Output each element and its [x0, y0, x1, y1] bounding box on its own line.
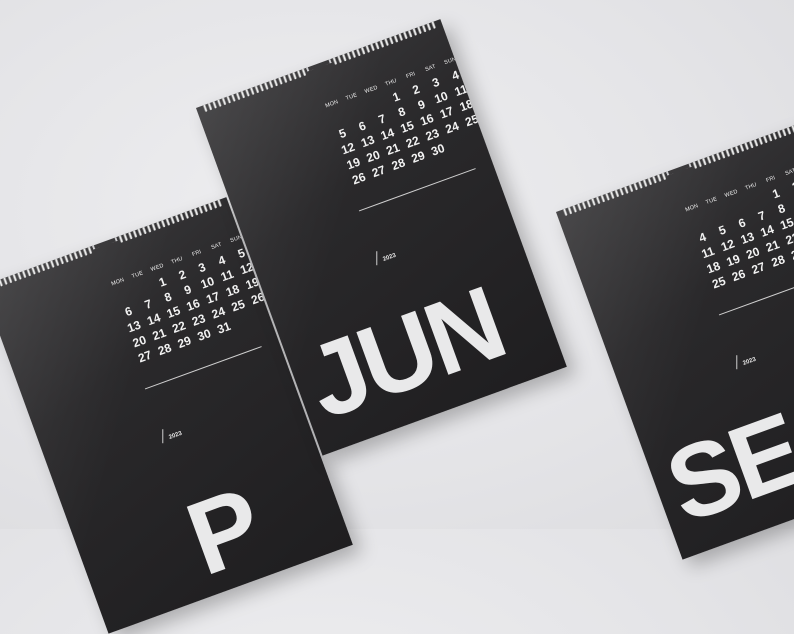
- coil-set-left: [200, 63, 307, 113]
- weekday-label: THU: [170, 255, 184, 266]
- calendar-grid: MONTUEWEDTHUFRISATSUN1234567891011121314…: [322, 55, 488, 188]
- weekday-label: FRI: [765, 175, 777, 184]
- weekday-label: SAT: [784, 167, 794, 178]
- weekday-label: SAT: [424, 63, 437, 74]
- spiral-coil: [560, 202, 568, 217]
- day-number: 27: [749, 259, 768, 278]
- weekday-label: WED: [364, 84, 379, 96]
- day-number: 28: [389, 155, 408, 174]
- day-number: 27: [370, 162, 388, 181]
- weekday-label: MON: [110, 277, 126, 288]
- coil-set-right: [115, 197, 223, 243]
- weekday-label: THU: [384, 77, 398, 88]
- weekday-label: THU: [744, 181, 758, 192]
- day-number: 29: [409, 148, 427, 166]
- weekday-label: FRI: [191, 249, 203, 258]
- day-number: 30: [195, 326, 213, 344]
- weekday-label: WED: [724, 188, 739, 200]
- year-text: 2023: [742, 356, 757, 367]
- coil-set-right: [329, 19, 437, 65]
- year-text: 2023: [382, 252, 397, 263]
- slash-mark: [736, 355, 738, 370]
- year-label: 2023: [734, 349, 757, 370]
- day-number: 25: [229, 296, 247, 315]
- slash-mark: [162, 429, 164, 444]
- year-label: 2023: [374, 245, 397, 266]
- day-number: 25: [710, 273, 728, 292]
- day-number: 24: [443, 118, 461, 137]
- weekday-label: TUE: [131, 270, 145, 280]
- weekday-label: SUN: [443, 56, 458, 67]
- day-number: 28: [156, 340, 174, 359]
- year-text: 2023: [168, 430, 183, 441]
- day-number: 31: [215, 318, 233, 337]
- weekday-label: MON: [324, 99, 340, 110]
- day-number: 30: [429, 140, 447, 159]
- day-number: 26: [350, 169, 368, 188]
- weekday-label: MON: [684, 203, 700, 214]
- month-title: SE: [652, 391, 794, 546]
- coil-set-left: [560, 167, 667, 217]
- slash-mark: [376, 251, 378, 266]
- day-number: 22: [783, 229, 794, 248]
- spiral-coil: [200, 98, 208, 113]
- weekday-label: WED: [150, 262, 165, 274]
- weekday-label: TUE: [345, 92, 359, 102]
- calendar-grid: MONTUEWEDTHUFRISATSUN1234567891011121314…: [682, 159, 794, 292]
- day-number: 27: [136, 347, 154, 366]
- month-title: P: [172, 466, 275, 598]
- day-number: 29: [175, 333, 194, 352]
- year-label: 2023: [160, 423, 183, 444]
- day-number: 28: [769, 252, 787, 270]
- weekday-label: SAT: [210, 241, 223, 252]
- day-number: 2: [790, 178, 794, 195]
- calendar-right: MONTUEWEDTHUFRISATSUN1234567891011121314…: [556, 123, 794, 560]
- coil-set-right: [689, 123, 794, 169]
- month-title: JUN: [292, 265, 517, 442]
- day-number: 26: [730, 266, 748, 285]
- coil-set-left: [0, 241, 93, 290]
- day-number: 25: [463, 111, 481, 130]
- weekday-label: FRI: [405, 71, 417, 80]
- weekday-label: TUE: [705, 196, 719, 206]
- day-number: 29: [789, 244, 794, 263]
